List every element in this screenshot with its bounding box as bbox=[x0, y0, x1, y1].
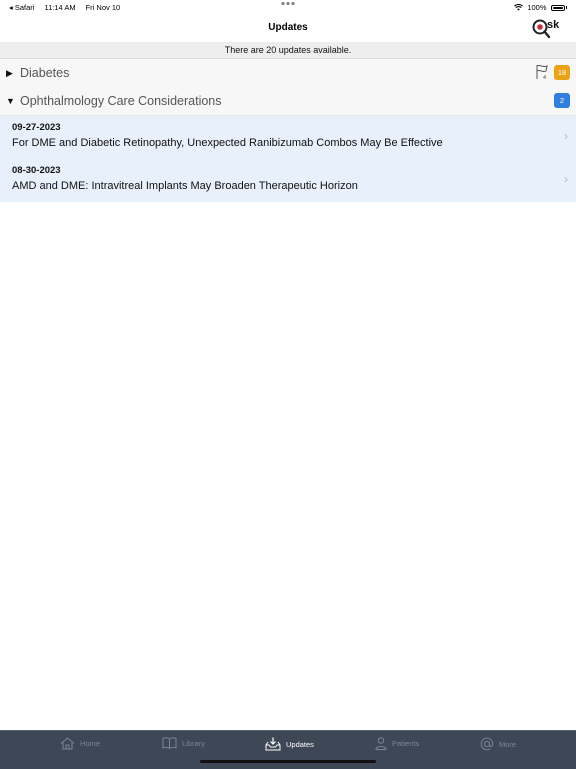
person-icon bbox=[375, 737, 387, 750]
update-count-badge: 18 bbox=[554, 65, 570, 80]
tab-label: Patients bbox=[392, 739, 420, 748]
home-icon bbox=[60, 737, 75, 750]
expand-triangle-icon: ▶ bbox=[6, 68, 13, 78]
update-title: For DME and Diabetic Retinopathy, Unexpe… bbox=[12, 137, 443, 149]
tab-bar: Home Library Updates Patients More bbox=[0, 730, 576, 769]
tab-patients[interactable]: Patients bbox=[375, 737, 419, 750]
navigation-bar: Updates sk bbox=[0, 14, 576, 42]
at-icon bbox=[480, 737, 494, 751]
tab-label: More bbox=[499, 739, 517, 749]
status-bar: ◂ Safari 11:14 AM Fri Nov 10 100% bbox=[0, 0, 576, 14]
update-row[interactable]: 09-27-2023 For DME and Diabetic Retinopa… bbox=[0, 116, 576, 160]
update-date: 08-30-2023 bbox=[12, 165, 61, 176]
section-title: Ophthalmology Care Considerations bbox=[20, 94, 222, 108]
book-icon bbox=[162, 737, 177, 749]
wifi-icon bbox=[514, 4, 524, 11]
tab-more[interactable]: More bbox=[480, 737, 516, 751]
tab-label: Library bbox=[182, 738, 205, 748]
battery-percent: 100% bbox=[527, 3, 547, 12]
tab-home[interactable]: Home bbox=[60, 737, 100, 750]
collapse-triangle-icon: ▼ bbox=[6, 96, 15, 106]
section-header-diabetes[interactable]: ▶ Diabetes 4 18 bbox=[0, 59, 576, 88]
battery-icon bbox=[550, 4, 565, 11]
chevron-right-icon: › bbox=[564, 129, 568, 143]
page-title: Updates bbox=[268, 22, 308, 33]
tab-updates[interactable]: Updates bbox=[265, 737, 314, 751]
flag-count: 4 bbox=[542, 75, 546, 81]
section-header-ophthalmology[interactable]: ▼ Ophthalmology Care Considerations 2 bbox=[0, 87, 576, 116]
ask-logo-button[interactable]: sk bbox=[530, 16, 564, 40]
update-title: AMD and DME: Intravitreal Implants May B… bbox=[12, 180, 358, 192]
home-indicator[interactable] bbox=[200, 760, 376, 763]
update-count-badge: 2 bbox=[554, 93, 570, 108]
tab-label: Updates bbox=[286, 739, 314, 749]
tab-library[interactable]: Library bbox=[162, 737, 205, 749]
chevron-right-icon: › bbox=[564, 172, 568, 186]
inbox-download-icon bbox=[265, 737, 281, 751]
status-time: 11:14 AM bbox=[44, 3, 76, 12]
section-title: Diabetes bbox=[20, 66, 70, 80]
update-date: 09-27-2023 bbox=[12, 122, 61, 133]
status-date: Fri Nov 10 bbox=[85, 3, 121, 12]
logo-text: sk bbox=[547, 19, 560, 31]
update-row[interactable]: 08-30-2023 AMD and DME: Intravitreal Imp… bbox=[0, 159, 576, 203]
tab-label: Home bbox=[80, 739, 101, 748]
multitasking-dots-icon[interactable] bbox=[281, 2, 295, 5]
updates-count-banner: There are 20 updates available. bbox=[0, 42, 576, 59]
back-to-safari-link[interactable]: ◂ Safari bbox=[9, 3, 34, 12]
